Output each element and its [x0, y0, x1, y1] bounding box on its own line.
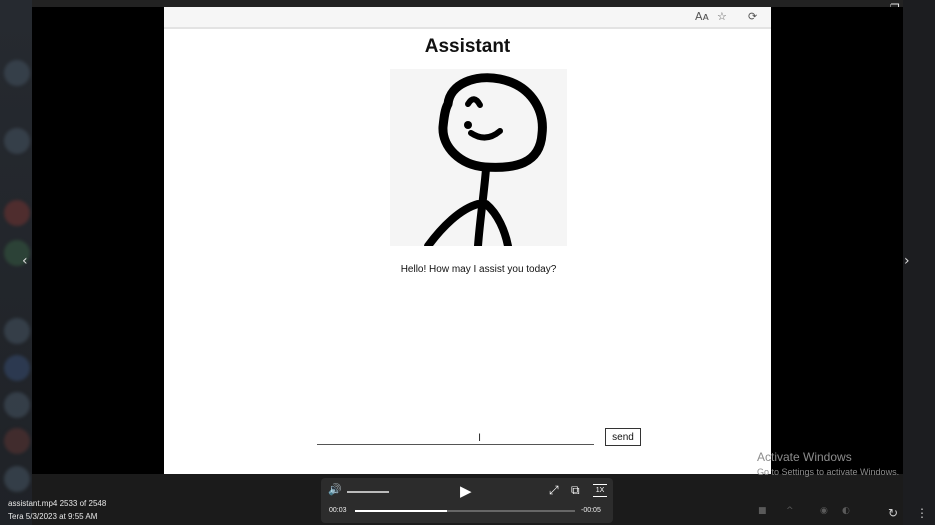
video-frame[interactable]: Aᴀ ☆ ⟳ Assistant Hello! How may I assist… [32, 7, 903, 474]
playback-speed-button[interactable]: 1X [593, 484, 607, 497]
file-owner-date: Tera 5/3/2023 at 9:55 AM [8, 512, 98, 521]
seek-bar-progress [355, 510, 448, 512]
read-aloud-icon: Aᴀ [695, 10, 710, 23]
browser-toolbar: Aᴀ ☆ ⟳ [164, 7, 771, 29]
title-bar [0, 0, 935, 7]
miniplayer-icon[interactable]: ⧉ [571, 483, 580, 498]
tray-app-icon: ■ [758, 506, 767, 516]
elapsed-time: 00:03 [329, 507, 347, 514]
chat-input[interactable] [317, 429, 594, 445]
fullscreen-icon[interactable]: ⤢ [549, 483, 559, 498]
watermark-subtitle: Go to Settings to activate Windows. [757, 467, 900, 477]
next-arrow-icon[interactable]: › [904, 253, 910, 269]
send-button[interactable]: send [605, 428, 641, 446]
tray-network-icon: ◉ [820, 506, 828, 516]
assistant-greeting: Hello! How may I assist you today? [400, 264, 557, 275]
stick-figure-icon [424, 73, 547, 250]
taskbar-tray: ■ ^ ◉ ◐ ↻ ⋮ [730, 500, 935, 525]
assistant-avatar-image [390, 69, 567, 250]
remaining-time: -00:05 [581, 507, 601, 514]
recorded-browser-page: Aᴀ ☆ ⟳ Assistant Hello! How may I assist… [164, 7, 771, 474]
media-player-controls: 🔊 ▶ ⤢ ⧉ 1X 00:03 -00:05 [321, 478, 613, 523]
play-icon[interactable]: ▶ [460, 482, 472, 500]
extensions-icon: ⟳ [748, 10, 758, 23]
activate-windows-watermark: Activate Windows Go to Settings to activ… [757, 450, 899, 477]
more-options-icon[interactable]: ⋮ [916, 506, 928, 520]
tray-volume-icon: ◐ [842, 506, 850, 516]
file-info: assistant.mp4 2533 of 2548 Tera 5/3/2023… [8, 497, 106, 523]
favorites-icon: ☆ [717, 10, 727, 23]
seek-bar[interactable] [355, 510, 575, 512]
file-name-count: assistant.mp4 2533 of 2548 [8, 499, 107, 508]
rotate-icon[interactable]: ↻ [888, 506, 898, 520]
volume-slider[interactable] [347, 491, 389, 493]
watermark-title: Activate Windows [757, 450, 852, 464]
text-cursor-icon: I [478, 432, 482, 444]
volume-icon[interactable]: 🔊 [328, 483, 342, 496]
page-title: Assistant [424, 36, 511, 57]
tray-chevron-icon: ^ [786, 506, 794, 516]
previous-arrow-icon[interactable]: ‹ [22, 253, 28, 269]
